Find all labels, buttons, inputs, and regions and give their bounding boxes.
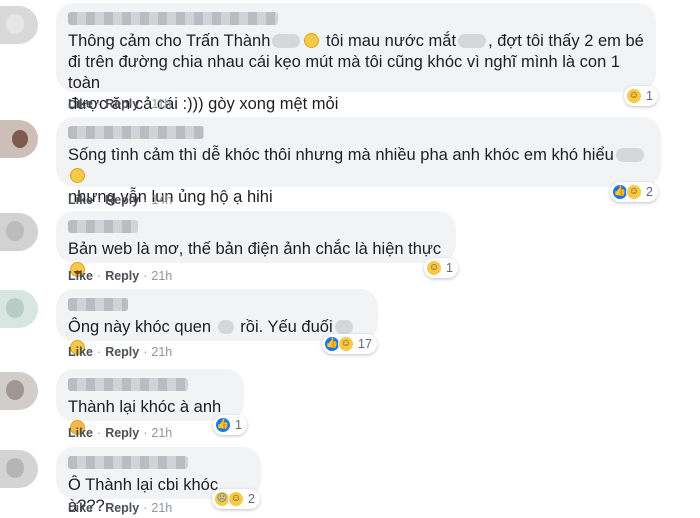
like-link[interactable]: Like <box>68 426 93 440</box>
timestamp[interactable]: 21h <box>151 269 172 283</box>
reactions-summary[interactable]: 👍 ☺ 2 <box>610 182 658 202</box>
comment-actions: Like · Reply · 21h <box>68 426 173 440</box>
reactions-summary[interactable]: ☺ 1 <box>424 258 458 278</box>
comment-bubble: Thành lại khóc à anh <box>56 369 244 435</box>
timestamp[interactable]: 21h <box>151 426 172 440</box>
haha-icon: ☺ <box>338 336 354 352</box>
smirk-emoji-icon <box>70 168 85 183</box>
avatar[interactable] <box>0 450 38 488</box>
reply-link[interactable]: Reply <box>105 426 139 440</box>
like-icon: 👍 <box>215 417 231 433</box>
like-link[interactable]: Like <box>68 269 93 283</box>
avatar[interactable] <box>0 290 38 328</box>
comment-bubble: Thông cảm cho Trấn Thành tôi mau nước mắ… <box>56 3 656 113</box>
reaction-count: 2 <box>646 185 653 199</box>
smile-emoji-icon <box>304 33 320 48</box>
haha-icon: ☺ <box>626 184 642 200</box>
redacted-blur <box>334 320 353 334</box>
like-link[interactable]: Like <box>68 193 93 207</box>
comment-bubble: Sống tình cảm thì dễ khóc thôi nhưng mà … <box>56 117 661 206</box>
like-link[interactable]: Like <box>68 501 93 515</box>
haha-icon: ☺ <box>626 88 642 104</box>
comment-actions: Like · Reply · 21h <box>68 269 173 283</box>
timestamp[interactable]: 21h <box>151 501 172 515</box>
timestamp[interactable]: 14h <box>151 193 172 207</box>
comment-bubble: Bản web là mơ, thế bản điện ảnh chắc là … <box>56 211 456 277</box>
timestamp[interactable]: 11h <box>151 97 171 111</box>
author-name-redacted[interactable] <box>68 378 188 391</box>
comment-actions: Like · Reply · 21h <box>68 345 173 359</box>
redacted-blur <box>272 34 301 48</box>
haha-icon: ☺ <box>426 260 442 276</box>
comment-actions: Like · Reply · 11h <box>68 97 172 111</box>
redacted-blur <box>458 34 487 48</box>
avatar[interactable] <box>0 213 38 251</box>
timestamp[interactable]: 21h <box>151 345 172 359</box>
reply-link[interactable]: Reply <box>105 269 139 283</box>
reply-link[interactable]: Reply <box>105 501 139 515</box>
reaction-count: 1 <box>446 261 453 275</box>
reaction-count: 1 <box>646 89 653 103</box>
reaction-count: 2 <box>248 492 255 506</box>
reply-link[interactable]: Reply <box>105 345 139 359</box>
avatar[interactable] <box>0 6 38 44</box>
author-name-redacted[interactable] <box>68 298 128 311</box>
avatar[interactable] <box>0 120 38 158</box>
like-link[interactable]: Like <box>68 97 93 111</box>
reactions-summary[interactable]: ☹ ☺ 2 <box>212 489 260 509</box>
author-name-redacted[interactable] <box>68 456 188 469</box>
reaction-count: 17 <box>358 337 372 351</box>
avatar[interactable] <box>0 372 38 410</box>
haha-icon: ☺ <box>228 491 244 507</box>
author-name-redacted[interactable] <box>68 126 204 139</box>
reply-link[interactable]: Reply <box>105 97 139 111</box>
reactions-summary[interactable]: ☺ 1 <box>624 86 658 106</box>
author-name-redacted[interactable] <box>68 12 278 25</box>
comment-actions: Like · Reply · 21h <box>68 501 173 515</box>
reactions-summary[interactable]: 👍 ☺ 17 <box>322 334 377 354</box>
redacted-blur <box>217 320 234 334</box>
reactions-summary[interactable]: 👍 1 <box>213 415 247 435</box>
reply-link[interactable]: Reply <box>105 193 139 207</box>
redacted-blur <box>615 148 644 162</box>
comment-actions: Like · Reply · 14h <box>68 193 173 207</box>
reaction-count: 1 <box>235 418 242 432</box>
author-name-redacted[interactable] <box>68 220 138 233</box>
like-link[interactable]: Like <box>68 345 93 359</box>
